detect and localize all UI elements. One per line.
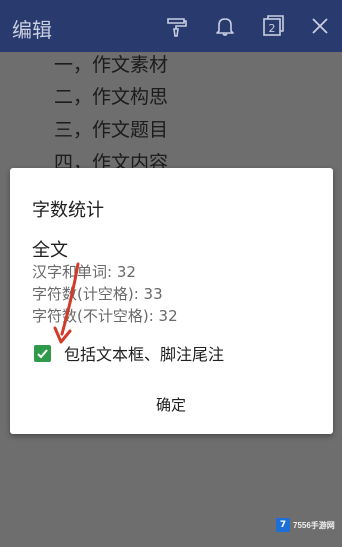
bell-icon[interactable] — [211, 12, 239, 40]
red-arrow-annotation — [53, 262, 80, 344]
document-line: 三，作文题目 — [54, 119, 169, 141]
ok-button[interactable]: 确定 — [150, 392, 192, 417]
section-heading: 全文 — [32, 240, 68, 261]
include-checkbox-label[interactable]: 包括文本框、脚注尾注 — [64, 341, 224, 365]
close-icon[interactable] — [306, 12, 334, 40]
document-line: 一，作文素材 — [54, 54, 169, 76]
document-line: 二，作文构思 — [54, 86, 169, 108]
edit-title[interactable]: 编辑 — [12, 14, 52, 43]
window-count-label: 2 — [269, 22, 276, 35]
top-toolbar: 编辑 2 — [0, 0, 342, 52]
watermark-logo-icon: 7 — [276, 518, 290, 532]
window-count-icon[interactable]: 2 — [259, 12, 287, 40]
dialog-title: 字数统计 — [32, 200, 104, 221]
format-painter-icon[interactable] — [163, 12, 191, 40]
watermark-text: 7556手游网 — [293, 520, 335, 530]
site-watermark: 7 7556手游网 — [276, 514, 340, 536]
